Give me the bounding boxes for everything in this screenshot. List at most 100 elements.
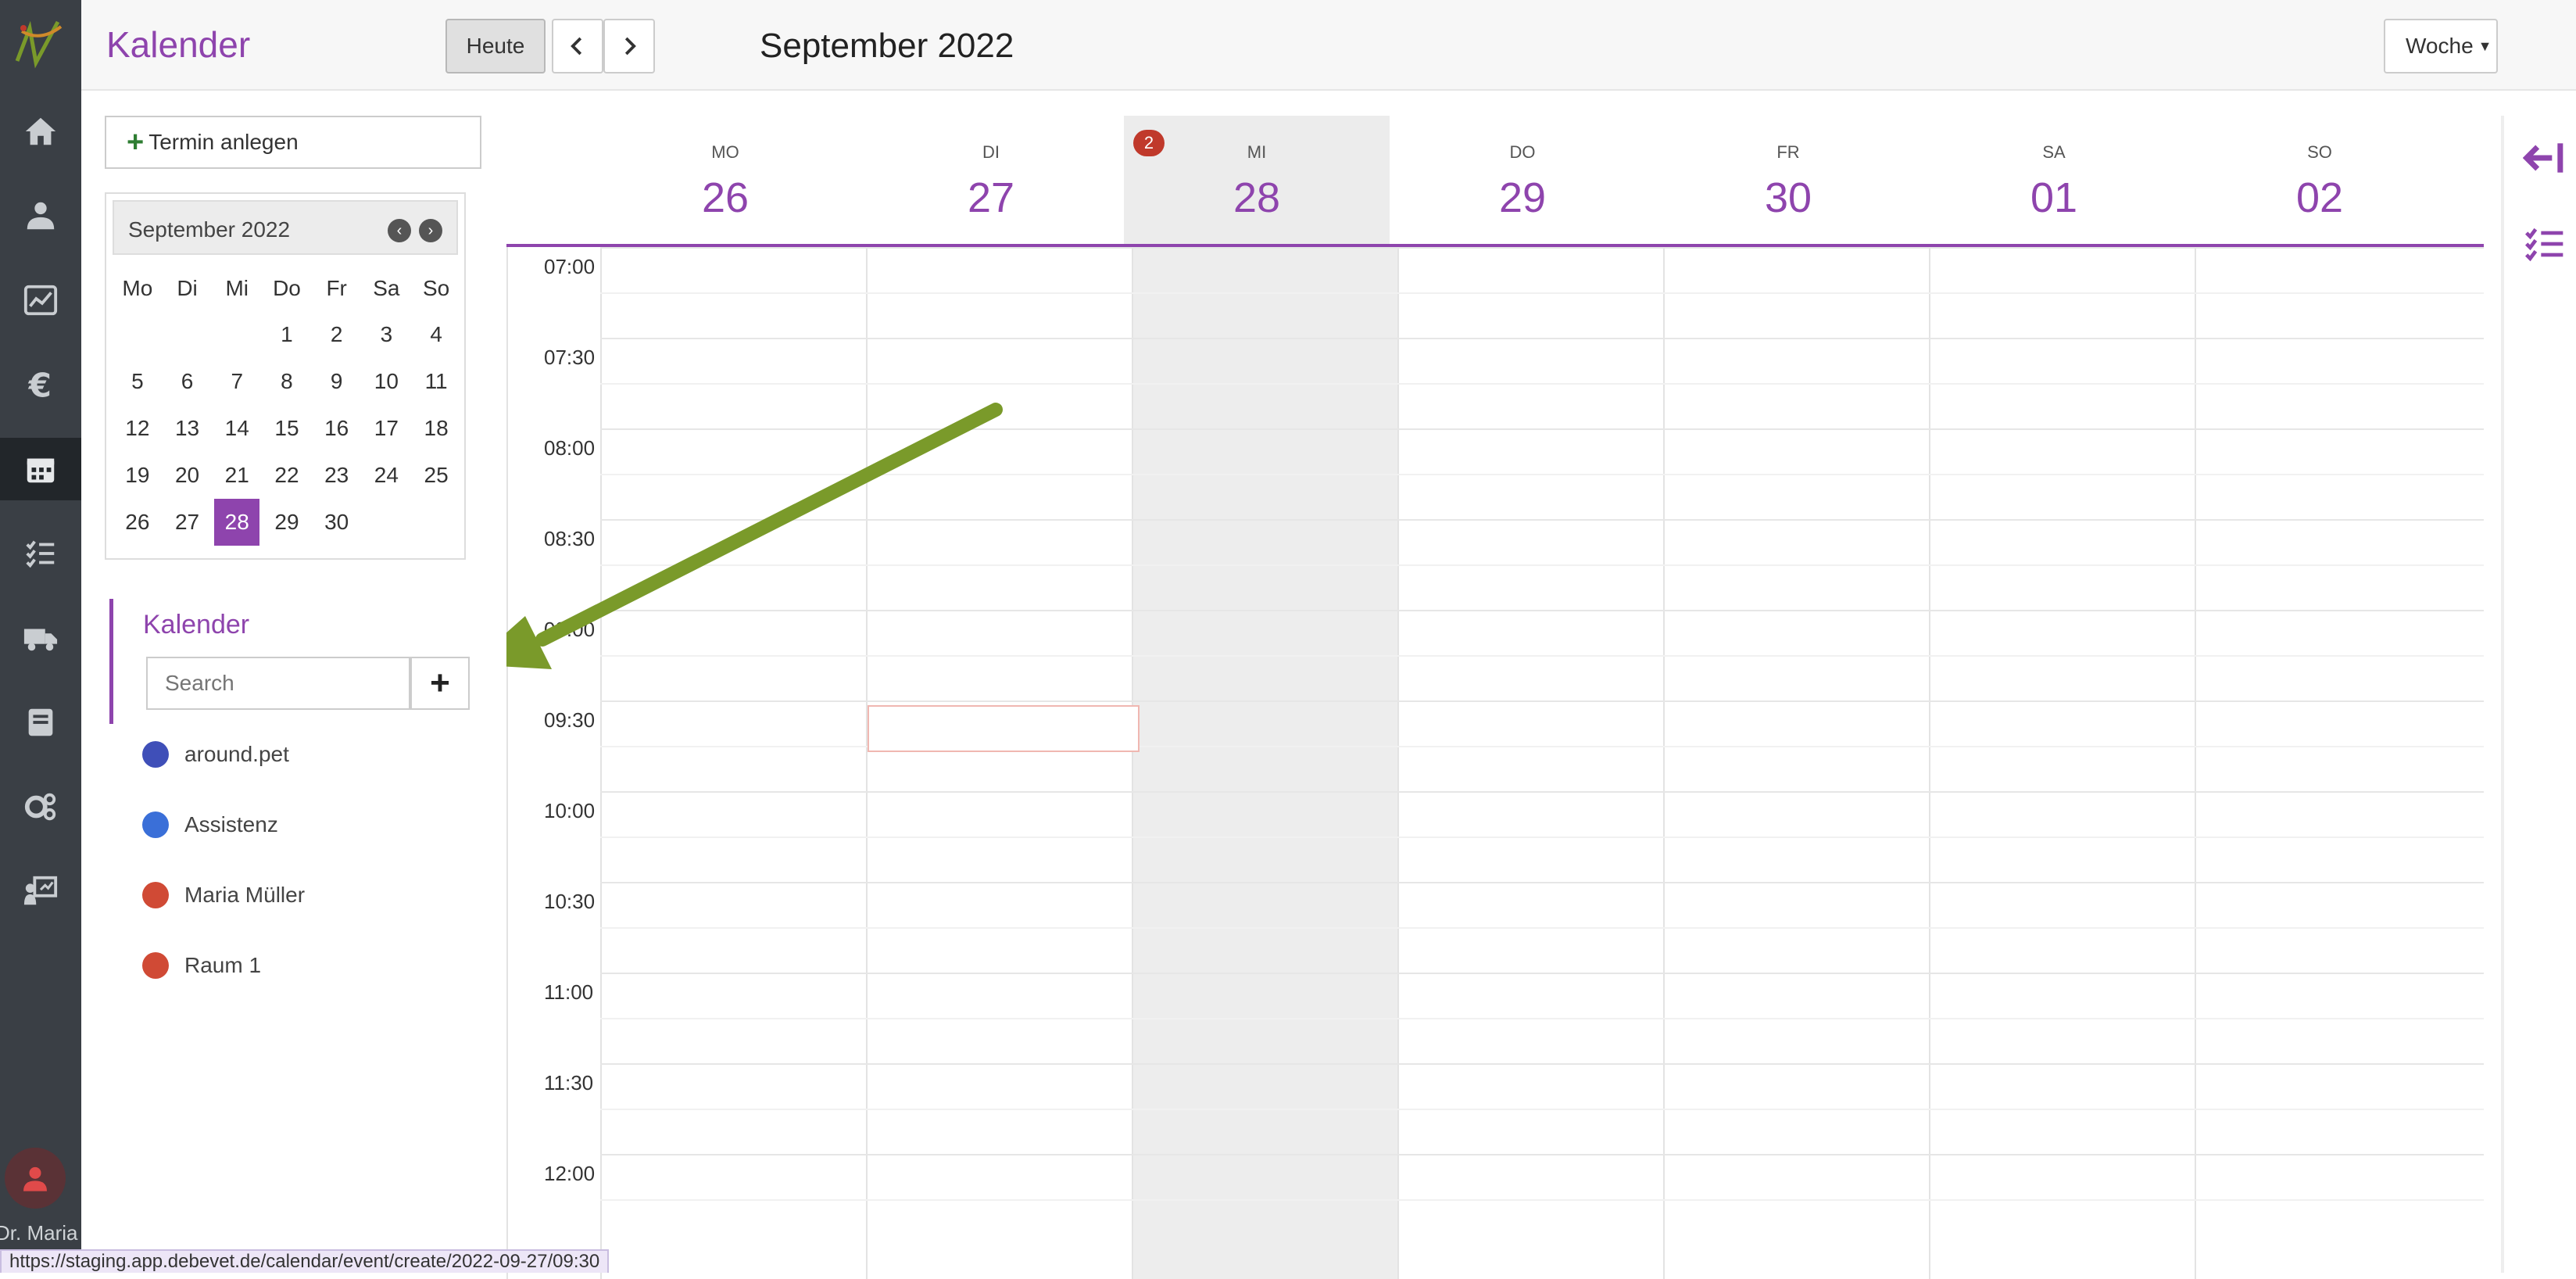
mini-cal-day[interactable]: 21: [212, 452, 262, 499]
mini-cal-day[interactable]: 6: [163, 358, 213, 405]
mini-cal-day[interactable]: 30: [312, 499, 362, 546]
mini-cal-day-label: 16: [324, 416, 349, 440]
add-calendar-button[interactable]: +: [410, 657, 470, 710]
app-logo[interactable]: [6, 8, 75, 86]
view-select-label: Woche: [2406, 34, 2474, 58]
mini-cal-day[interactable]: 9: [312, 358, 362, 405]
mini-cal-day-label: 13: [174, 416, 200, 440]
calendar-list-title: Kalender: [143, 610, 250, 640]
calendar-list-item[interactable]: Maria Müller: [142, 876, 305, 915]
mini-cal-day-label: 18: [424, 416, 449, 440]
collapse-panel-icon[interactable]: [2523, 136, 2567, 180]
mini-cal-day: [212, 311, 262, 358]
mini-cal-prev-icon[interactable]: ‹: [388, 219, 411, 242]
mini-cal-day[interactable]: 7: [212, 358, 262, 405]
calendar-color-dot[interactable]: [142, 952, 169, 979]
mini-cal-day-label: 25: [424, 463, 449, 487]
today-button[interactable]: Heute: [445, 19, 546, 73]
mini-cal-weekday: So: [422, 276, 450, 300]
mini-cal-day[interactable]: 15: [262, 405, 312, 452]
mini-cal-day-label: 20: [174, 463, 200, 487]
mini-cal-day-label: 24: [374, 463, 399, 487]
book-icon[interactable]: [0, 691, 81, 754]
mini-cal-day[interactable]: 8: [262, 358, 312, 405]
mini-cal-day-label: 5: [131, 369, 144, 393]
mini-cal-day-label: 30: [324, 510, 349, 534]
mini-cal-day-label: 26: [125, 510, 150, 534]
mini-cal-day-label: 2: [330, 322, 343, 346]
task-list-toggle-icon[interactable]: [2523, 222, 2567, 266]
mini-cal-day-label: 15: [274, 416, 299, 440]
mini-cal-day: [362, 499, 412, 546]
mini-cal-day[interactable]: 5: [113, 358, 163, 405]
calendar-color-dot[interactable]: [142, 811, 169, 838]
right-panel-divider: [2501, 116, 2504, 1273]
prev-week-button[interactable]: [552, 19, 603, 73]
mini-cal-day-label: 21: [224, 463, 249, 487]
mini-cal-weekday: Do: [273, 276, 301, 300]
mini-cal-day: [113, 311, 163, 358]
page-title: Kalender: [106, 24, 251, 65]
presentation-icon[interactable]: [0, 860, 81, 923]
settings-icon[interactable]: [0, 776, 81, 838]
arrow-annotation: [506, 403, 1003, 669]
mini-cal-next-icon[interactable]: ›: [419, 219, 442, 242]
mini-calendar: September 2022 ‹ › Mo Di Mi Do Fr Sa So 123456…: [105, 192, 466, 560]
mini-cal-day[interactable]: 13: [163, 405, 213, 452]
task-list-icon[interactable]: [0, 522, 81, 585]
mini-cal-day[interactable]: 17: [362, 405, 412, 452]
mini-cal-day-label: 27: [174, 510, 200, 534]
mini-cal-day[interactable]: 16: [312, 405, 362, 452]
week-grid: 07:0007:3008:0008:3009:0009:3010:0010:30…: [506, 116, 2484, 1279]
mini-cal-day[interactable]: 27: [163, 499, 213, 546]
mini-cal-day[interactable]: 24: [362, 452, 412, 499]
mini-cal-day[interactable]: 3: [362, 311, 412, 358]
mini-cal-day: [411, 499, 461, 546]
mini-cal-day[interactable]: 26: [113, 499, 163, 546]
next-week-button[interactable]: [603, 19, 655, 73]
calendar-name: Maria Müller: [184, 883, 306, 907]
truck-icon[interactable]: [0, 607, 81, 669]
mini-cal-day[interactable]: 20: [163, 452, 213, 499]
mini-cal-day[interactable]: 18: [411, 405, 461, 452]
new-event-button[interactable]: + Termin anlegen: [105, 116, 481, 169]
chart-icon[interactable]: [0, 269, 81, 331]
mini-cal-day[interactable]: 14: [212, 405, 262, 452]
calendar-search-input[interactable]: [146, 657, 410, 710]
calendar-color-dot[interactable]: [142, 882, 169, 908]
euro-icon[interactable]: €: [0, 353, 81, 416]
calendar-name: around.pet: [184, 742, 289, 766]
mini-cal-day-label: 7: [231, 369, 244, 393]
mini-cal-day[interactable]: 22: [262, 452, 312, 499]
mini-cal-day[interactable]: 28: [212, 499, 262, 546]
mini-cal-day-label: 9: [330, 369, 343, 393]
mini-cal-day-label: 10: [374, 369, 399, 393]
mini-cal-weekday: Fr: [326, 276, 347, 300]
mini-cal-day[interactable]: 1: [262, 311, 312, 358]
home-icon[interactable]: [0, 100, 81, 163]
mini-cal-day: [163, 311, 213, 358]
calendar-list-item[interactable]: Raum 1: [142, 946, 261, 985]
mini-cal-day[interactable]: 4: [411, 311, 461, 358]
mini-cal-day[interactable]: 29: [262, 499, 312, 546]
mini-cal-day-label: 23: [324, 463, 349, 487]
calendar-list-item[interactable]: around.pet: [142, 735, 289, 774]
user-avatar[interactable]: [5, 1148, 66, 1209]
user-doctor-icon[interactable]: [0, 185, 81, 247]
mini-cal-day[interactable]: 19: [113, 452, 163, 499]
mini-cal-day[interactable]: 25: [411, 452, 461, 499]
mini-cal-day[interactable]: 12: [113, 405, 163, 452]
calendar-name: Raum 1: [184, 953, 262, 977]
mini-cal-day-label: 29: [274, 510, 299, 534]
plus-icon: +: [127, 125, 145, 159]
nav-rail: € Dr. Maria: [0, 0, 81, 1273]
chevron-left-icon: [571, 37, 582, 56]
mini-cal-day[interactable]: 10: [362, 358, 412, 405]
calendar-list-item[interactable]: Assistenz: [142, 805, 278, 844]
view-select[interactable]: Woche ▼: [2384, 19, 2498, 73]
mini-cal-day[interactable]: 23: [312, 452, 362, 499]
calendar-icon[interactable]: [0, 438, 81, 500]
calendar-color-dot[interactable]: [142, 741, 169, 768]
mini-cal-day[interactable]: 2: [312, 311, 362, 358]
mini-cal-day[interactable]: 11: [411, 358, 461, 405]
